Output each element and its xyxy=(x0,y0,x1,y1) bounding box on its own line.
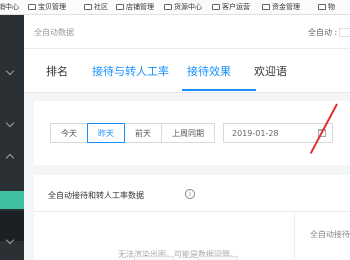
bookmark-item[interactable]: 货源中心 xyxy=(164,2,202,12)
info-icon[interactable]: i xyxy=(185,189,195,199)
data-card: 全自动接待和转人工率数据 i 全自动接待 无法渲染出图，可能是数据问题。 xyxy=(34,175,350,260)
bookmark-item[interactable]: 店铺管理 xyxy=(116,2,154,12)
bookmark-label: 店铺管理 xyxy=(126,3,154,11)
header-right-label: 全自动 : xyxy=(308,28,338,37)
card-title: 全自动接待和转人工率数据 xyxy=(48,191,144,200)
tab-welcome-message[interactable]: 欢迎语 xyxy=(254,63,287,79)
bookmark-label: 宝贝管理 xyxy=(38,3,66,11)
folder-icon xyxy=(116,4,124,10)
page-header: 全自动数据 全自动 : xyxy=(24,15,350,49)
bookmark-label: 资金管理 xyxy=(272,3,300,11)
date-option-day-before[interactable]: 前天 xyxy=(124,123,162,143)
tab-reception-transfer-rate[interactable]: 接待与转人工率 xyxy=(92,63,169,79)
header-right: 全自动 : xyxy=(308,27,350,38)
legend-item[interactable] xyxy=(134,256,174,260)
folder-icon xyxy=(84,4,92,10)
chevron-down-icon[interactable] xyxy=(5,118,15,128)
active-tab-indicator xyxy=(182,89,256,91)
tab-reception-effect[interactable]: 接待效果 xyxy=(187,63,231,79)
date-option-today[interactable]: 今天 xyxy=(50,123,88,143)
chevron-down-icon[interactable] xyxy=(5,66,15,76)
bookmark-item[interactable]: 资金管理 xyxy=(262,2,300,12)
date-option-yesterday[interactable]: 昨天 xyxy=(87,123,125,143)
bookmark-label: 物 xyxy=(328,3,335,11)
divider xyxy=(34,211,350,212)
folder-icon xyxy=(212,4,220,10)
folder-icon xyxy=(262,4,270,10)
bookmark-item[interactable]: 宝贝管理 xyxy=(28,2,66,12)
folder-icon xyxy=(164,4,172,10)
bookmark-item[interactable]: 社区 xyxy=(84,2,108,12)
sidebar xyxy=(0,15,24,260)
bookmark-label: 社区 xyxy=(94,3,108,11)
tab-bar: 排名 接待与转人工率 接待效果 欢迎语 xyxy=(24,49,350,93)
main-content: 全自动数据 全自动 : 排名 接待与转人工率 接待效果 欢迎语 今天 昨天 前天… xyxy=(24,15,350,260)
bookmark-label: 货源中心 xyxy=(174,3,202,11)
legend-item[interactable] xyxy=(198,256,238,260)
divider xyxy=(294,212,295,260)
date-filter-card: 今天 昨天 前天 上周同期 2019-01-28 xyxy=(34,101,350,165)
chevron-up-icon[interactable] xyxy=(5,153,15,163)
bookmark-item[interactable]: 物 xyxy=(318,2,335,12)
date-option-last-week[interactable]: 上周同期 xyxy=(161,123,215,143)
folder-icon xyxy=(28,4,36,10)
header-select[interactable] xyxy=(339,28,350,37)
bookmarks-bar: 销中心 宝贝管理 社区 店铺管理 货源中心 客户运营 资金管理 物 xyxy=(0,0,350,15)
bookmark-label: 销中心 xyxy=(0,3,19,11)
sidebar-item[interactable] xyxy=(0,211,24,241)
tab-ranking[interactable]: 排名 xyxy=(46,63,68,79)
side-panel-label: 全自动接待 xyxy=(310,230,350,239)
bookmark-item[interactable]: 销中心 xyxy=(0,2,19,12)
folder-icon xyxy=(318,4,326,10)
bookmark-item[interactable]: 客户运营 xyxy=(212,2,250,12)
sidebar-item-active[interactable] xyxy=(0,191,24,209)
bookmark-label: 客户运营 xyxy=(222,3,250,11)
page-title: 全自动数据 xyxy=(34,28,74,37)
date-value: 2019-01-28 xyxy=(232,128,279,138)
